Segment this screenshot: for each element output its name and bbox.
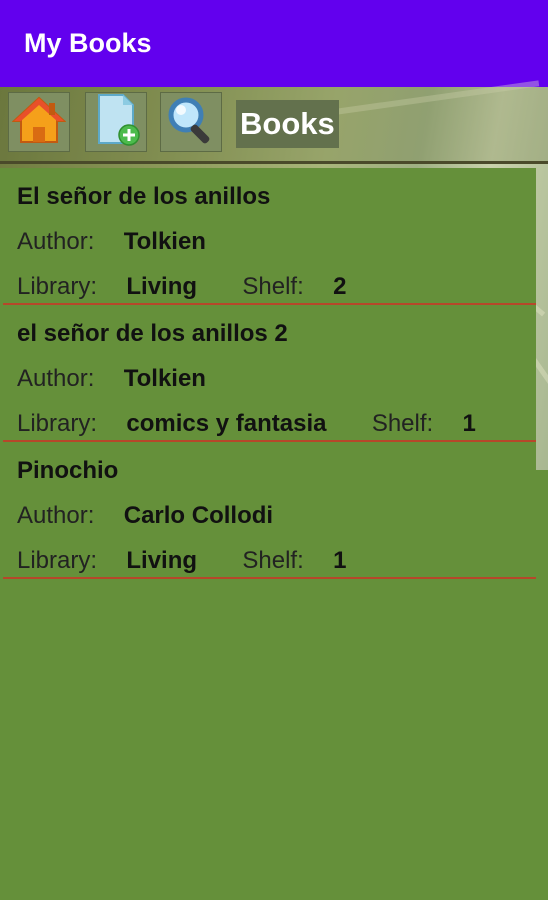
book-list: El señor de los anillos Author: Tolkien …: [0, 168, 536, 579]
library-row: Library: Living Shelf: 1: [17, 547, 346, 575]
book-list-item[interactable]: El señor de los anillos Author: Tolkien …: [3, 168, 536, 305]
shelf-label: Shelf:: [371, 410, 434, 437]
library-row: Library: comics y fantasia Shelf: 1: [17, 410, 476, 438]
library-label: Library:: [17, 410, 98, 437]
app-bar: My Books: [0, 0, 548, 87]
library-label: Library:: [17, 547, 98, 574]
add-document-icon: [91, 93, 141, 152]
library-value: comics y fantasia: [126, 410, 327, 437]
shelf-value: 1: [333, 547, 347, 574]
toolbar-title: Books: [236, 100, 339, 148]
search-icon: [164, 93, 218, 152]
shelf-label: Shelf:: [242, 273, 304, 300]
author-value: Carlo Collodi: [123, 502, 274, 529]
book-title: el señor de los anillos 2: [17, 320, 288, 347]
author-label: Author:: [17, 365, 95, 392]
shelf-value: 1: [462, 410, 476, 437]
author-value: Tolkien: [123, 365, 206, 392]
author-value: Tolkien: [123, 228, 206, 255]
add-book-button[interactable]: [85, 92, 147, 152]
shelf-label: Shelf:: [242, 547, 304, 574]
book-list-item[interactable]: Pinochio Author: Carlo Collodi Library: …: [3, 442, 536, 579]
book-title: El señor de los anillos: [17, 183, 271, 210]
book-list-item[interactable]: el señor de los anillos 2 Author: Tolkie…: [3, 305, 536, 442]
book-title: Pinochio: [17, 457, 119, 484]
author-row: Author: Tolkien: [17, 228, 206, 256]
library-row: Library: Living Shelf: 2: [17, 273, 346, 301]
library-label: Library:: [17, 273, 98, 300]
author-row: Author: Tolkien: [17, 365, 206, 393]
library-value: Living: [126, 547, 198, 574]
author-label: Author:: [17, 502, 95, 529]
app-title: My Books: [24, 28, 152, 58]
home-icon: [11, 95, 67, 150]
shelf-value: 2: [333, 273, 347, 300]
search-button[interactable]: [160, 92, 222, 152]
toolbar-divider: [0, 161, 548, 164]
library-value: Living: [126, 273, 198, 300]
home-button[interactable]: [8, 92, 70, 152]
author-row: Author: Carlo Collodi: [17, 502, 273, 530]
author-label: Author:: [17, 228, 95, 255]
